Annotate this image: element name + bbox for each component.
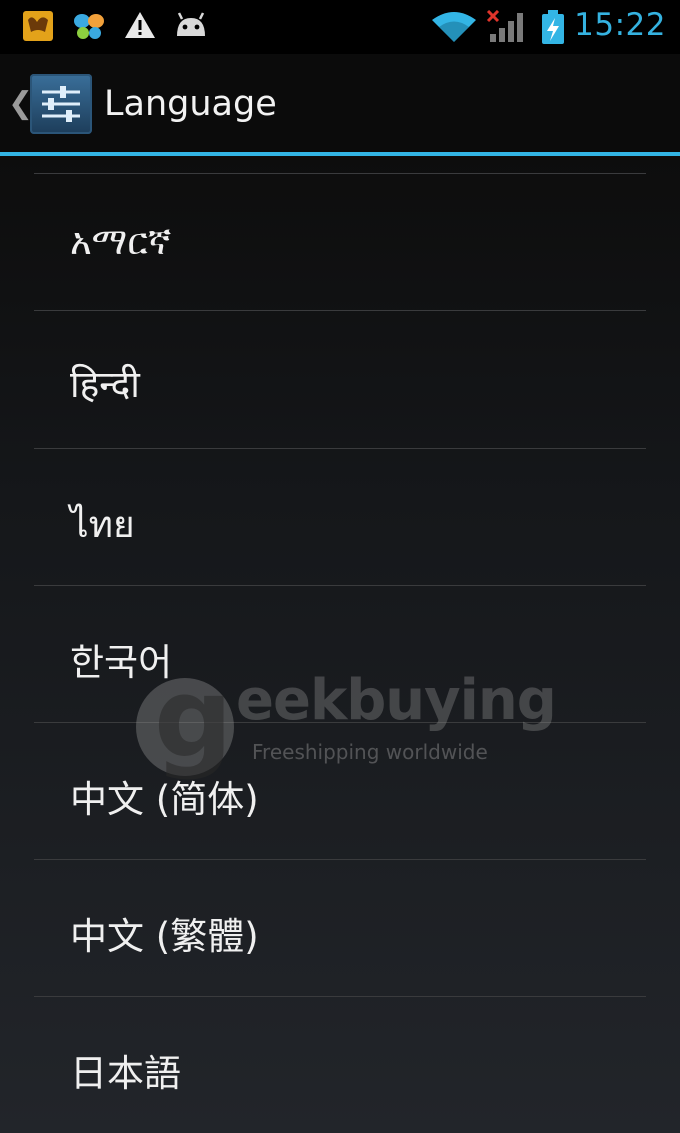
android-debug-icon	[177, 12, 205, 36]
butterfly-app-icon	[74, 14, 104, 39]
notification-app-icon	[23, 11, 53, 41]
list-item-thai[interactable]: ไทย	[34, 449, 646, 585]
list-item-label: አማርኛ	[70, 220, 172, 263]
list-item-chinese-simplified[interactable]: 中文 (简体)	[34, 723, 646, 859]
warning-icon	[125, 12, 155, 38]
wifi-icon	[432, 12, 476, 42]
status-bar: 15:22	[0, 0, 680, 54]
list-item-chinese-traditional[interactable]: 中文 (繁體)	[34, 860, 646, 996]
list-item-label: ไทย	[70, 503, 135, 546]
list-item-label: 中文 (简体)	[70, 778, 259, 821]
page-title: Language	[104, 84, 277, 124]
list-item-korean[interactable]: 한국어	[34, 586, 646, 722]
list-item-label: हिन्दी	[70, 363, 140, 406]
language-list[interactable]: አማርኛ हिन्दी ไทย 한국어 中文 (简体) 中文 (繁體) 日本語	[0, 156, 680, 1133]
list-item-label: 中文 (繁體)	[70, 915, 259, 958]
sliders-icon	[42, 86, 80, 122]
list-item-japanese[interactable]: 日本語	[34, 997, 646, 1133]
settings-app-icon[interactable]	[30, 74, 92, 134]
battery-charging-icon	[542, 10, 564, 44]
signal-no-service-icon	[486, 10, 523, 42]
clock-time: 15:22	[574, 7, 666, 43]
list-item-amharic[interactable]: አማርኛ	[34, 174, 646, 310]
list-item-hindi[interactable]: हिन्दी	[34, 311, 646, 447]
list-item-label: 日本語	[70, 1052, 181, 1095]
list-item-label: 한국어	[70, 641, 173, 684]
action-bar: ❮ Language	[0, 54, 680, 156]
